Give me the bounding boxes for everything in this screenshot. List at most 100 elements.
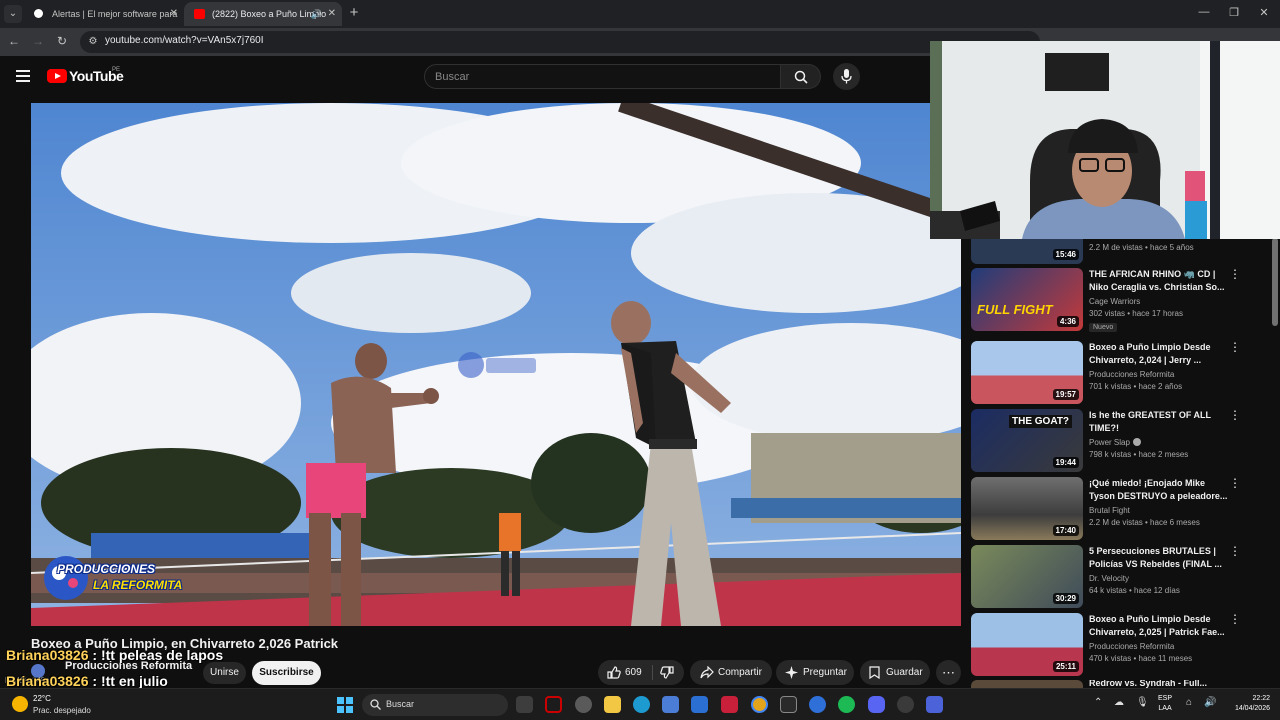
recommendation-item[interactable]: FULL FIGHT 4:36 THE AFRICAN RHINO 🦏 CD |… <box>971 268 1271 332</box>
new-tab-button[interactable]: + <box>346 4 362 22</box>
search-icon <box>370 699 381 710</box>
network-icon[interactable]: ⌂ <box>1186 697 1192 708</box>
task-view-icon[interactable] <box>516 696 533 713</box>
tab-list-button[interactable]: ⌄ <box>4 5 22 23</box>
ask-button[interactable]: Preguntar <box>776 660 854 685</box>
recommendation-item[interactable]: 25:11 Boxeo a Puño Limpio Desde Chivarre… <box>971 613 1271 677</box>
more-options-icon[interactable]: ⋮ <box>1229 545 1241 557</box>
cloud-icon[interactable]: ☁ <box>1114 697 1124 708</box>
show-hidden-icons-icon[interactable]: ⌃ <box>1094 697 1102 708</box>
recommendation-item[interactable]: 19:57 Boxeo a Puño Limpio Desde Chivarre… <box>971 341 1271 405</box>
channel-name[interactable]: Producciones Reformita <box>1089 642 1174 651</box>
speaker-icon[interactable]: 🔊 <box>311 2 322 26</box>
search-button[interactable] <box>781 64 821 89</box>
channel-name-text[interactable]: Power Slap <box>1089 438 1130 447</box>
video-thumbnail[interactable]: 17:40 <box>971 477 1083 540</box>
volume-icon[interactable]: 🔊 <box>1204 697 1216 708</box>
recommendation-item[interactable]: 17:40 ¡Qué miedo! ¡Enojado Mike Tyson DE… <box>971 477 1271 541</box>
taskbar-search[interactable]: Buscar <box>362 694 508 716</box>
more-options-icon[interactable]: ⋮ <box>1229 613 1241 625</box>
chrome-icon[interactable] <box>751 696 768 713</box>
address-bar[interactable]: ⚙ youtube.com/watch?v=VAn5x7j760I <box>80 31 1040 53</box>
minimize-button[interactable]: — <box>1194 6 1214 18</box>
search-icon <box>794 70 808 84</box>
video-title[interactable]: Redrow vs. Syndrah - Full... <box>1089 680 1229 688</box>
video-title[interactable]: Is he the GREATEST OF ALL TIME?! <box>1089 409 1229 435</box>
video-thumbnail[interactable]: 25:11 <box>971 613 1083 676</box>
more-options-icon[interactable]: ⋮ <box>1229 341 1241 353</box>
site-info-icon[interactable]: ⚙ <box>86 35 100 49</box>
channel-name[interactable]: Power Slap <box>1089 438 1141 447</box>
more-actions-button[interactable]: ⋯ <box>936 660 961 685</box>
spotify-icon[interactable] <box>838 696 855 713</box>
input-language[interactable]: ESP LAA <box>1158 694 1172 714</box>
subscribe-button[interactable]: Suscribirse <box>252 661 321 685</box>
app-netflix-icon[interactable] <box>721 696 738 713</box>
close-tab-icon[interactable]: ✕ <box>170 2 178 26</box>
more-options-icon[interactable]: ⋮ <box>1229 268 1241 280</box>
recommendation-item[interactable]: Redrow vs. Syndrah - Full... <box>971 680 1271 688</box>
start-button[interactable] <box>337 697 353 713</box>
more-options-icon[interactable]: ⋮ <box>1229 409 1241 421</box>
weather-icon[interactable] <box>12 696 28 712</box>
app-blue-icon[interactable] <box>809 696 826 713</box>
reload-icon[interactable]: ↻ <box>54 34 70 48</box>
close-tab-icon[interactable]: ✕ <box>328 2 336 26</box>
weather-condition[interactable]: Prac. despejado <box>33 706 91 715</box>
file-explorer-icon[interactable] <box>604 696 621 713</box>
like-count[interactable]: 609 <box>625 660 642 685</box>
back-icon[interactable]: ← <box>6 34 22 48</box>
video-thumbnail[interactable] <box>971 680 1083 688</box>
video-title[interactable]: Boxeo a Puño Limpio Desde Chivarreto, 2,… <box>1089 613 1229 639</box>
microphone-tray-icon[interactable]: 🎙 <box>1136 697 1149 708</box>
more-options-icon[interactable]: ⋮ <box>1229 477 1241 489</box>
forward-icon[interactable]: → <box>30 34 46 48</box>
app-red-icon[interactable] <box>545 696 562 713</box>
channel-name[interactable]: Brutal Fight <box>1089 506 1130 515</box>
channel-name[interactable]: Dr. Velocity <box>1089 574 1129 583</box>
voice-search-button[interactable] <box>833 63 860 90</box>
maximize-button[interactable]: ❐ <box>1224 6 1244 19</box>
like-icon[interactable] <box>607 666 621 679</box>
search-input[interactable] <box>424 64 781 89</box>
channel-name[interactable]: Producciones Reformita <box>1089 370 1174 379</box>
video-title[interactable]: 5 Persecuciones BRUTALES | Policías VS R… <box>1089 545 1229 571</box>
recommendation-item[interactable]: THE GOAT? 19:44 Is he the GREATEST OF AL… <box>971 409 1271 473</box>
weather-temperature[interactable]: 22°C <box>33 694 51 703</box>
keyboard-layout: LAA <box>1158 705 1172 712</box>
video-thumbnail[interactable]: 30:29 <box>971 545 1083 608</box>
tab-alertas[interactable]: Alertas | El mejor software para ✕ <box>24 2 184 26</box>
sidebar-scrollbar[interactable] <box>1272 238 1278 326</box>
edge-icon[interactable] <box>633 696 650 713</box>
url-text[interactable]: youtube.com/watch?v=VAn5x7j760I <box>105 35 264 46</box>
app-hexagon-icon[interactable] <box>575 696 592 713</box>
join-button[interactable]: Unirse <box>203 662 246 684</box>
menu-icon[interactable] <box>16 70 30 82</box>
video-title[interactable]: Boxeo a Puño Limpio Desde Chivarreto, 2,… <box>1089 341 1229 367</box>
clock-date: 14/04/2026 <box>1234 705 1270 712</box>
verified-icon <box>1132 438 1141 446</box>
close-window-button[interactable]: ✕ <box>1254 6 1274 19</box>
video-frame <box>31 103 961 626</box>
video-thumbnail[interactable]: FULL FIGHT 4:36 <box>971 268 1083 331</box>
video-thumbnail[interactable]: 19:57 <box>971 341 1083 404</box>
system-clock[interactable]: 22:22 14/04/2026 <box>1224 694 1270 714</box>
duration-badge: 25:11 <box>1052 661 1079 672</box>
obs-icon[interactable] <box>897 696 914 713</box>
store-icon[interactable] <box>662 696 679 713</box>
video-title[interactable]: THE AFRICAN RHINO 🦏 CD | Niko Ceraglia v… <box>1089 268 1229 294</box>
youtube-logo-icon[interactable] <box>47 69 67 83</box>
epic-games-icon[interactable] <box>780 696 797 713</box>
tab-youtube[interactable]: (2822) Boxeo a Puño Limpio 🔊 ✕ <box>184 2 342 26</box>
video-player[interactable]: PRODUCCIONES LA REFORMITA <box>31 103 961 626</box>
recommendation-item[interactable]: 30:29 5 Persecuciones BRUTALES | Policía… <box>971 545 1271 609</box>
share-button[interactable]: Compartir <box>690 660 772 685</box>
video-thumbnail[interactable]: THE GOAT? 19:44 <box>971 409 1083 472</box>
discord-icon[interactable] <box>868 696 885 713</box>
mail-icon[interactable] <box>691 696 708 713</box>
dislike-icon[interactable] <box>660 666 674 679</box>
channel-name[interactable]: Cage Warriors <box>1089 297 1140 306</box>
app-square-icon[interactable] <box>926 696 943 713</box>
save-button[interactable]: Guardar <box>860 660 930 685</box>
video-title[interactable]: ¡Qué miedo! ¡Enojado Mike Tyson DESTRUYO… <box>1089 477 1229 503</box>
